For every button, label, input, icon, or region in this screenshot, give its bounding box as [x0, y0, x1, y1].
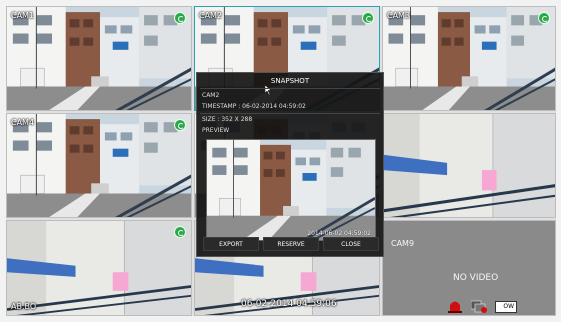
snapshot-preview: 2014-06-02 04:59:02: [206, 139, 376, 241]
camera-label: CAM4: [11, 118, 35, 127]
preview-timestamp: 2014-06-02 04:59:02: [307, 230, 371, 237]
camera-label: CAM1: [11, 11, 35, 20]
camera-tile-9[interactable]: CAM9 NO VIDEO OW: [382, 220, 556, 316]
camera-tile-7[interactable]: AB.BO: [6, 220, 192, 316]
camera-tile-3[interactable]: CAM3: [382, 6, 556, 111]
size-text: SIZE : 352 X 288: [202, 116, 253, 123]
mouse-cursor-icon: [265, 85, 272, 95]
reserve-button[interactable]: RESERVE: [263, 237, 319, 251]
export-button[interactable]: EXPORT: [203, 237, 259, 251]
camera-feed: [7, 114, 192, 218]
camera-label: CAM9: [391, 239, 415, 248]
camera-timestamp: 06-02-2014 04:59:06: [241, 299, 337, 309]
output-badge: OW: [495, 301, 517, 313]
alarm-icon: [448, 301, 462, 313]
close-button[interactable]: CLOSE: [323, 237, 379, 251]
record-indicator-icon: [362, 12, 374, 24]
camera-tile-6[interactable]: [382, 113, 556, 218]
camera-name: CAM2: [202, 92, 220, 99]
camera-label: AB.BO: [11, 302, 37, 311]
status-text: NO VIDEO: [453, 273, 499, 283]
record-indicator-icon: [174, 12, 186, 24]
record-indicator-icon: [174, 119, 186, 131]
camera-label: CAM3: [387, 11, 411, 20]
motion-icon: [471, 300, 487, 313]
camera-tile-1[interactable]: CAM1: [6, 6, 192, 111]
divider: [200, 113, 380, 114]
timestamp-text: TIMESTAMP : 06-02-2014 04:59:02: [202, 103, 306, 110]
camera-tile-4[interactable]: CAM4: [6, 113, 192, 218]
camera-feed: [383, 114, 556, 218]
record-indicator-icon: [174, 226, 186, 238]
preview-image: [207, 140, 375, 240]
preview-label: PREVIEW: [202, 127, 230, 134]
camera-feed: [7, 7, 192, 111]
divider: [200, 88, 380, 89]
dialog-title: SNAPSHOT: [270, 77, 310, 85]
camera-label: CAM2: [199, 11, 223, 20]
record-indicator-icon: [538, 12, 550, 24]
camera-feed: [383, 7, 556, 111]
snapshot-dialog: SNAPSHOT CAM2 TIMESTAMP : 06-02-2014 04:…: [196, 72, 384, 257]
